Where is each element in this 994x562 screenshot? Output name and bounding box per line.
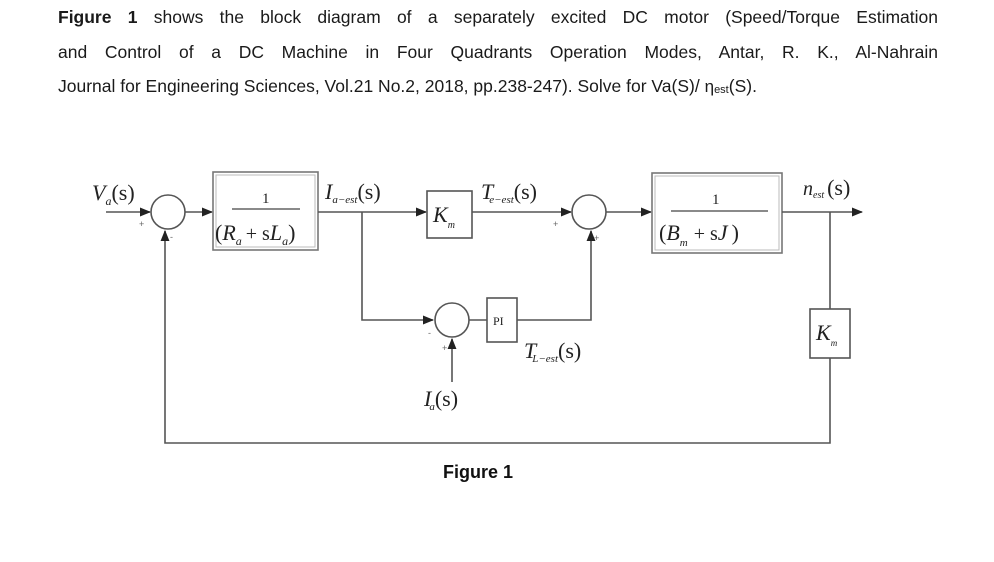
sum3-plus-sign: +: [442, 343, 447, 353]
summing-junction-3: [434, 302, 470, 338]
input-label-va: Va(s): [92, 180, 135, 208]
sum3-minus-sign: -: [428, 328, 431, 338]
pi-block-label: PI: [493, 314, 504, 328]
sum1-minus-sign: -: [170, 232, 173, 242]
block1-denominator: (Ra + sLa): [215, 220, 295, 248]
tl-est-label: TL−est(s): [524, 338, 581, 365]
summing-junction-2: [571, 194, 607, 230]
te-est-label: Te−est(s): [481, 179, 537, 206]
figure-caption: Figure 1: [443, 462, 514, 482]
block2-denominator: (Bm + sJ): [659, 220, 739, 249]
sum1-plus-sign: +: [139, 219, 144, 229]
tl-est-line: [517, 229, 596, 321]
summing-junction-1: [150, 194, 186, 230]
sum2-te-plus-sign: +: [553, 219, 558, 229]
km-block-label: Km: [432, 202, 455, 231]
ia-est-branch-line: [361, 212, 435, 325]
main-feedback-path: [160, 229, 831, 444]
output-label-n-est: nest (s): [803, 175, 850, 201]
km-feedback-label: Km: [815, 320, 838, 348]
block1-numerator: 1: [262, 191, 270, 207]
ia-est-label: Ia−est(s): [324, 179, 381, 206]
block2-numerator: 1: [712, 192, 720, 208]
ia-input-label: Ia(s): [423, 386, 458, 413]
sum2-tl-plus-sign: +: [594, 233, 599, 243]
